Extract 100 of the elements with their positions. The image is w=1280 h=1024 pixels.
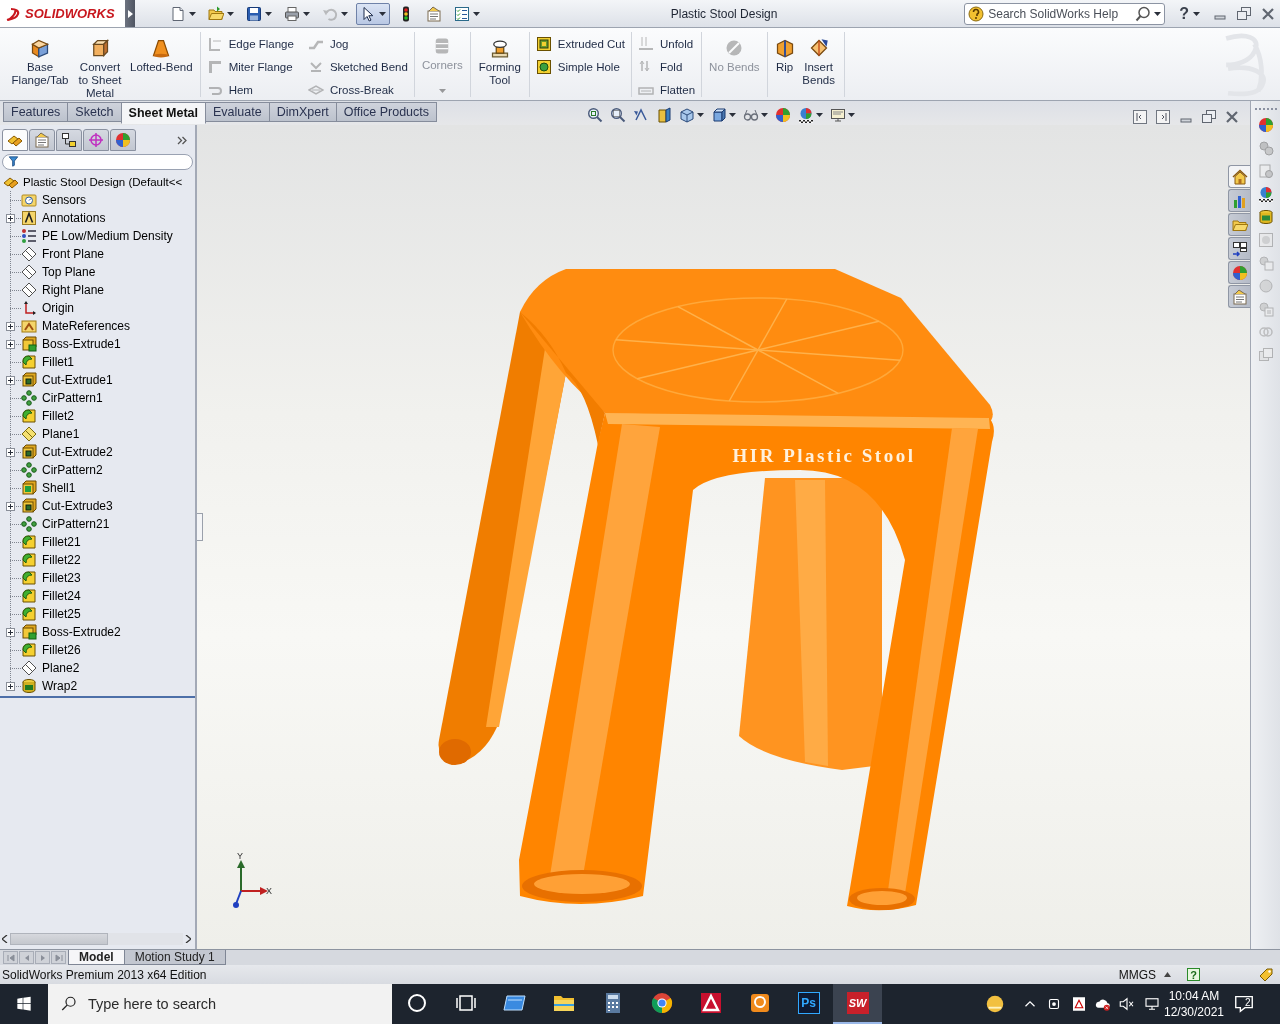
search-field[interactable]: Search SolidWorks Help bbox=[964, 2, 1166, 25]
tree-item[interactable]: Fillet1 bbox=[42, 355, 74, 369]
caret-up-icon[interactable] bbox=[1164, 972, 1171, 977]
tab[interactable]: Office Products bbox=[335, 102, 437, 122]
search-field[interactable]: Type here to search bbox=[48, 984, 392, 1024]
scene-ball-icon[interactable] bbox=[1257, 186, 1274, 202]
close-icon[interactable] bbox=[1224, 109, 1240, 125]
tree-item[interactable]: CirPattern21 bbox=[42, 517, 110, 531]
tree-item[interactable]: Fillet25 bbox=[42, 607, 81, 621]
double-chevron-icon[interactable] bbox=[177, 136, 187, 145]
tree-item[interactable]: Boss-Extrude1 bbox=[42, 337, 121, 351]
tree-item[interactable]: Cut-Extrude1 bbox=[42, 373, 113, 387]
tree-item[interactable]: Fillet23 bbox=[42, 571, 81, 585]
notification-icon[interactable] bbox=[1233, 993, 1255, 1015]
expand-icon[interactable] bbox=[6, 627, 15, 637]
expand-icon[interactable] bbox=[6, 501, 15, 511]
tree-item[interactable]: Fillet26 bbox=[42, 643, 81, 657]
help-bubble-icon[interactable] bbox=[968, 5, 985, 22]
tree-item[interactable]: Fillet2 bbox=[42, 409, 74, 423]
tree-item[interactable]: Wrap2 bbox=[42, 679, 78, 693]
tree-item[interactable]: Fillet24 bbox=[42, 589, 81, 603]
zoom-icon[interactable] bbox=[587, 107, 603, 123]
color-ball-icon[interactable] bbox=[1257, 117, 1274, 133]
task-pane-tab[interactable] bbox=[1228, 237, 1250, 260]
tree-item[interactable]: Shell1 bbox=[42, 481, 76, 495]
restore-icon[interactable] bbox=[1201, 109, 1217, 125]
zoom-icon[interactable] bbox=[610, 107, 626, 123]
select-button[interactable] bbox=[356, 2, 390, 25]
command-button[interactable]: Base Flange/Tab bbox=[7, 32, 73, 87]
tree-item[interactable]: Fillet21 bbox=[42, 535, 81, 549]
tree-item[interactable]: Right Plane bbox=[42, 283, 105, 297]
split-view-icon[interactable] bbox=[1155, 109, 1171, 125]
panel-tab[interactable] bbox=[56, 129, 82, 151]
search-icon[interactable] bbox=[1135, 5, 1152, 22]
help-button[interactable]: ? bbox=[1187, 968, 1200, 981]
splitter-handle[interactable] bbox=[197, 513, 203, 541]
expand-icon[interactable] bbox=[6, 447, 15, 457]
tree-item[interactable]: Plane1 bbox=[42, 427, 80, 441]
units-menu[interactable]: MMGS bbox=[1118, 967, 1156, 982]
restore-icon[interactable] bbox=[1236, 5, 1252, 22]
help-button[interactable]: ? bbox=[1179, 4, 1200, 23]
tree-item[interactable]: Boss-Extrude2 bbox=[42, 625, 121, 639]
tree-item[interactable]: Annotations bbox=[42, 211, 106, 225]
monitor-icon[interactable] bbox=[830, 107, 846, 123]
tree-item[interactable]: Plane2 bbox=[42, 661, 80, 675]
command-button[interactable]: Rip bbox=[771, 32, 798, 74]
command-button[interactable]: Extruded Cut bbox=[533, 35, 627, 52]
tab[interactable]: Motion Study 1 bbox=[123, 950, 226, 965]
section-view-icon[interactable] bbox=[656, 107, 672, 123]
command-button[interactable]: Lofted-Bend bbox=[127, 32, 196, 74]
tree-item[interactable]: Sensors bbox=[42, 193, 87, 207]
expand-icon[interactable] bbox=[6, 681, 15, 691]
command-button[interactable]: Forming Tool bbox=[474, 32, 525, 87]
tree-item[interactable]: Origin bbox=[42, 301, 74, 315]
windows-logo-icon[interactable] bbox=[16, 996, 32, 1012]
command-button[interactable]: Simple Hole bbox=[533, 58, 627, 75]
expand-icon[interactable] bbox=[6, 375, 15, 385]
tab[interactable]: Features bbox=[3, 102, 69, 122]
expand-icon[interactable] bbox=[6, 321, 15, 331]
arrow-left-icon[interactable] bbox=[2, 935, 8, 943]
tab[interactable]: Sketch bbox=[67, 102, 122, 122]
tree-item[interactable]: Cut-Extrude3 bbox=[42, 499, 113, 513]
scrollbar-thumb[interactable] bbox=[10, 933, 108, 945]
expand-icon[interactable] bbox=[6, 339, 15, 349]
cylinder-icon[interactable] bbox=[1257, 209, 1274, 225]
tree-item[interactable]: Fillet22 bbox=[42, 553, 81, 567]
close-icon[interactable] bbox=[1260, 5, 1276, 22]
command-button[interactable]: Insert Bends bbox=[797, 32, 840, 87]
browser-icon[interactable] bbox=[649, 991, 674, 1015]
clock-time[interactable]: 10:04 AM bbox=[1168, 988, 1220, 1004]
color-ball-icon[interactable] bbox=[775, 107, 791, 123]
shaded-cube-icon[interactable] bbox=[711, 107, 727, 123]
clock-date[interactable]: 12/30/2021 bbox=[1163, 1004, 1225, 1020]
tree-item[interactable]: Top Plane bbox=[42, 265, 96, 279]
command-button[interactable]: Convert to Sheet Metal bbox=[73, 32, 127, 100]
tree-item[interactable]: MateReferences bbox=[42, 319, 131, 333]
app-tile[interactable]: SW bbox=[846, 992, 869, 1014]
tree-item[interactable]: Plastic Stool Design (Default<< bbox=[23, 176, 183, 188]
cube-icon[interactable] bbox=[679, 107, 695, 123]
monitor-icon[interactable] bbox=[1142, 995, 1161, 1013]
tree-item[interactable]: CirPattern2 bbox=[42, 463, 103, 477]
menu-flyout-button[interactable] bbox=[125, 0, 135, 27]
tab[interactable]: Sheet Metal bbox=[120, 102, 207, 124]
tree-item[interactable]: Cut-Extrude2 bbox=[42, 445, 113, 459]
tree-item[interactable]: Front Plane bbox=[42, 247, 105, 261]
split-view-icon[interactable] bbox=[1132, 109, 1148, 125]
view-arrows-icon[interactable] bbox=[633, 107, 649, 123]
caret-icon[interactable] bbox=[1154, 11, 1162, 16]
triangle-app-icon[interactable] bbox=[698, 991, 723, 1015]
tag-icon[interactable] bbox=[1258, 966, 1274, 983]
filter-field[interactable] bbox=[2, 154, 193, 170]
tab[interactable]: DimXpert bbox=[268, 102, 337, 122]
tab[interactable]: Evaluate bbox=[205, 102, 270, 122]
horizontal-scrollbar[interactable] bbox=[10, 933, 183, 945]
scene-ball-icon[interactable] bbox=[798, 107, 814, 123]
app-tile[interactable]: Ps bbox=[797, 992, 820, 1014]
arrow-right-icon[interactable] bbox=[185, 935, 191, 943]
glasses-icon[interactable] bbox=[743, 107, 759, 123]
expand-icon[interactable] bbox=[6, 213, 15, 223]
tree-item[interactable]: CirPattern1 bbox=[42, 391, 103, 405]
